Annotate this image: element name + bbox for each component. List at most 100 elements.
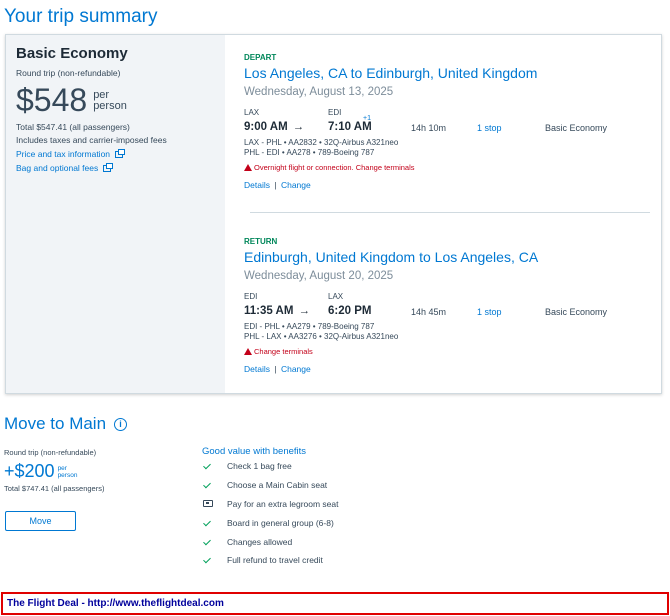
fare-total: Total $547.41 (all passengers) bbox=[16, 122, 130, 132]
warning-icon bbox=[244, 164, 252, 171]
depart-segment: DEPART Los Angeles, CA to Edinburgh, Uni… bbox=[244, 53, 644, 190]
page-title: Your trip summary bbox=[4, 6, 158, 27]
flight-leg: EDI - PHL • AA279 • 789-Boeing 787 bbox=[244, 322, 375, 331]
flight-leg: PHL - EDI • AA278 • 789-Boeing 787 bbox=[244, 148, 375, 157]
move-button[interactable]: Move bbox=[5, 511, 76, 531]
benefit-text: Check 1 bag free bbox=[227, 461, 292, 472]
seat-icon bbox=[203, 500, 213, 508]
segment-date: Wednesday, August 13, 2025 bbox=[244, 86, 394, 98]
move-to-main-price-panel: Round trip (non-refundable) +$200 per pe… bbox=[4, 448, 184, 493]
warning-icon bbox=[244, 348, 252, 355]
link-separator: | bbox=[274, 364, 277, 374]
arrow-right-icon: → bbox=[292, 121, 305, 133]
check-icon bbox=[203, 538, 213, 546]
fare-subtitle: Round trip (non-refundable) bbox=[16, 68, 121, 78]
fare-per-person: per person bbox=[93, 90, 127, 112]
benefit-item: Full refund to travel credit bbox=[202, 551, 502, 570]
person-label: person bbox=[93, 100, 127, 112]
stops-link[interactable]: 1 stop bbox=[477, 307, 502, 317]
check-icon bbox=[203, 519, 213, 527]
airport-codes-row: LAX EDI bbox=[244, 108, 644, 118]
benefit-item: Board in general group (6-8) bbox=[202, 513, 502, 532]
person-label: person bbox=[57, 472, 78, 479]
upgrade-subtitle: Round trip (non-refundable) bbox=[4, 448, 97, 457]
flight-leg: PHL - LAX • AA3276 • 32Q-Airbus A321neo bbox=[244, 332, 399, 341]
link-separator: | bbox=[274, 180, 277, 190]
info-icon[interactable]: i bbox=[114, 417, 128, 431]
times-row: 9:00 AM → 7:10 AM +1 14h 10m 1 stop Basic… bbox=[244, 115, 644, 137]
segment-warning: Change terminals bbox=[244, 347, 644, 356]
details-link[interactable]: Details bbox=[244, 180, 270, 190]
upgrade-total: Total $747.41 (all passengers) bbox=[4, 484, 105, 493]
stops-link[interactable]: 1 stop bbox=[477, 123, 502, 133]
flight-duration: 14h 10m bbox=[411, 123, 447, 133]
details-link[interactable]: Details bbox=[244, 364, 270, 374]
benefit-text: Changes allowed bbox=[227, 536, 293, 547]
segment-route: Los Angeles, CA to Edinburgh, United Kin… bbox=[244, 65, 538, 81]
per-label: per bbox=[57, 465, 67, 472]
departure-time: 9:00 AM → bbox=[244, 121, 304, 133]
bag-fees-link[interactable]: Bag and optional fees bbox=[16, 162, 215, 173]
day-offset-badge: +1 bbox=[363, 115, 371, 122]
benefit-item: Check 1 bag free bbox=[202, 457, 502, 476]
upgrade-price: +$200 bbox=[4, 461, 55, 481]
benefit-text: Choose a Main Cabin seat bbox=[227, 480, 328, 491]
benefits-list: Good value with benefits Check 1 bag fre… bbox=[202, 446, 502, 570]
segment-links: Details | Change bbox=[244, 180, 644, 190]
origin-code: LAX bbox=[244, 108, 260, 117]
arrival-time: 7:10 AM bbox=[328, 121, 372, 133]
benefit-text: Full refund to travel credit bbox=[227, 555, 323, 566]
price-tax-link-label[interactable]: Price and tax information bbox=[16, 149, 110, 159]
check-icon bbox=[203, 556, 213, 564]
external-link-icon bbox=[115, 148, 126, 158]
check-icon bbox=[203, 462, 213, 470]
upgrade-per-person: per person bbox=[58, 465, 78, 479]
fare-name: Basic Economy bbox=[16, 45, 128, 62]
flight-leg: LAX - PHL • AA2832 • 32Q-Airbus A321neo bbox=[244, 138, 399, 147]
cabin-class: Basic Economy bbox=[545, 307, 608, 317]
trip-summary-card: Basic Economy Round trip (non-refundable… bbox=[5, 34, 662, 394]
benefit-text: Pay for an extra legroom seat bbox=[227, 498, 339, 509]
warning-text: Overnight flight or connection. Change t… bbox=[254, 163, 415, 172]
segment-date: Wednesday, August 20, 2025 bbox=[244, 270, 394, 282]
segment-warning: Overnight flight or connection. Change t… bbox=[244, 163, 644, 172]
cabin-class: Basic Economy bbox=[545, 123, 608, 133]
warning-text: Change terminals bbox=[254, 347, 313, 356]
external-link-icon bbox=[103, 162, 114, 172]
destination-code: EDI bbox=[328, 108, 342, 117]
benefit-item: Changes allowed bbox=[202, 532, 502, 551]
departure-time-value: 11:35 AM bbox=[244, 305, 294, 317]
change-link[interactable]: Change bbox=[281, 364, 311, 374]
move-to-main-heading: Move to Main bbox=[4, 414, 107, 433]
benefit-text: Board in general group (6-8) bbox=[227, 517, 334, 528]
destination-code: LAX bbox=[328, 292, 344, 301]
check-icon bbox=[203, 481, 213, 489]
benefit-item: Choose a Main Cabin seat bbox=[202, 476, 502, 495]
segment-divider bbox=[250, 212, 650, 213]
segment-links: Details | Change bbox=[244, 364, 644, 374]
fare-price: $548 bbox=[16, 82, 88, 118]
upgrade-price-row: +$200 per person bbox=[4, 461, 184, 481]
departure-time-value: 9:00 AM bbox=[244, 121, 288, 133]
airport-codes-row: EDI LAX bbox=[244, 292, 644, 302]
move-to-main-title: Move to Main i bbox=[4, 414, 128, 434]
origin-code: EDI bbox=[244, 292, 258, 301]
benefit-item: Pay for an extra legroom seat bbox=[202, 495, 502, 514]
departure-time: 11:35 AM → bbox=[244, 305, 310, 317]
fare-includes: Includes taxes and carrier-imposed fees bbox=[16, 135, 167, 145]
segment-label: RETURN bbox=[244, 237, 278, 246]
bag-fees-link-label[interactable]: Bag and optional fees bbox=[16, 163, 98, 173]
fare-summary-panel: Basic Economy Round trip (non-refundable… bbox=[6, 35, 225, 393]
segment-route: Edinburgh, United Kingdom to Los Angeles… bbox=[244, 249, 539, 265]
arrival-time: 6:20 PM bbox=[328, 305, 372, 317]
price-tax-link[interactable]: Price and tax information bbox=[16, 148, 215, 159]
fare-price-row: $548 per person bbox=[16, 82, 215, 118]
change-link[interactable]: Change bbox=[281, 180, 311, 190]
arrow-right-icon: → bbox=[298, 305, 310, 317]
return-segment: RETURN Edinburgh, United Kingdom to Los … bbox=[244, 237, 644, 374]
footer-banner[interactable]: The Flight Deal - http://www.theflightde… bbox=[1, 592, 669, 615]
benefits-title: Good value with benefits bbox=[202, 446, 307, 457]
times-row: 11:35 AM → 6:20 PM 14h 45m 1 stop Basic E… bbox=[244, 305, 644, 321]
flight-duration: 14h 45m bbox=[411, 307, 447, 317]
segment-label: DEPART bbox=[244, 53, 277, 62]
